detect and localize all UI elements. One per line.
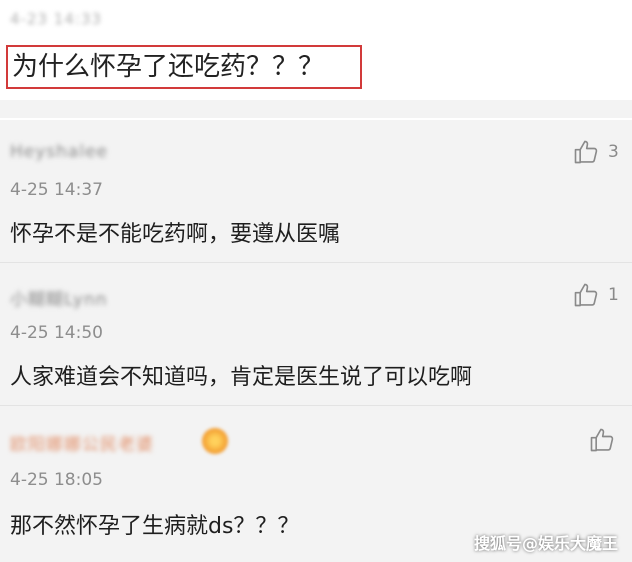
comment-time: 4-25 18:05 (10, 470, 103, 490)
comment-username[interactable]: Heyshalee (10, 142, 108, 162)
like-button[interactable]: 3 (572, 138, 619, 166)
like-button[interactable] (588, 426, 616, 454)
comment-text: 那不然怀孕了生病就ds？？？ (10, 514, 300, 539)
comment-time: 4-25 14:50 (10, 323, 103, 343)
post-header: 4-23 14:33 为什么怀孕了还吃药？？？ (0, 0, 632, 100)
thumbs-up-icon (590, 428, 614, 452)
comment-text: 怀孕不是不能吃药啊，要遵从医嘱 (10, 222, 341, 247)
thumbs-up-icon (574, 283, 598, 307)
post-timestamp: 4-23 14:33 (10, 10, 103, 28)
comment-time: 4-25 14:37 (10, 180, 103, 200)
comment-username[interactable]: 欧阳娜娜公民老婆 (10, 430, 154, 455)
like-count: 3 (608, 142, 619, 162)
highlighted-question: 为什么怀孕了还吃药？？？ (6, 45, 362, 89)
comment-item: Heyshalee 4-25 14:37 怀孕不是不能吃药啊，要遵从医嘱 3 (0, 120, 632, 262)
thumbs-up-icon (574, 140, 598, 164)
like-button[interactable]: 1 (572, 281, 619, 309)
vip-badge-icon (202, 428, 228, 454)
like-count: 1 (608, 285, 619, 305)
comment-text: 人家难道会不知道吗，肯定是医生说了可以吃啊 (10, 365, 473, 390)
comment-username[interactable]: 小糊糊Lynn (10, 285, 108, 310)
watermark: 搜狐号@娱乐大魔王 (473, 534, 618, 553)
comment-item: 小糊糊Lynn 4-25 14:50 人家难道会不知道吗，肯定是医生说了可以吃啊… (0, 263, 632, 405)
